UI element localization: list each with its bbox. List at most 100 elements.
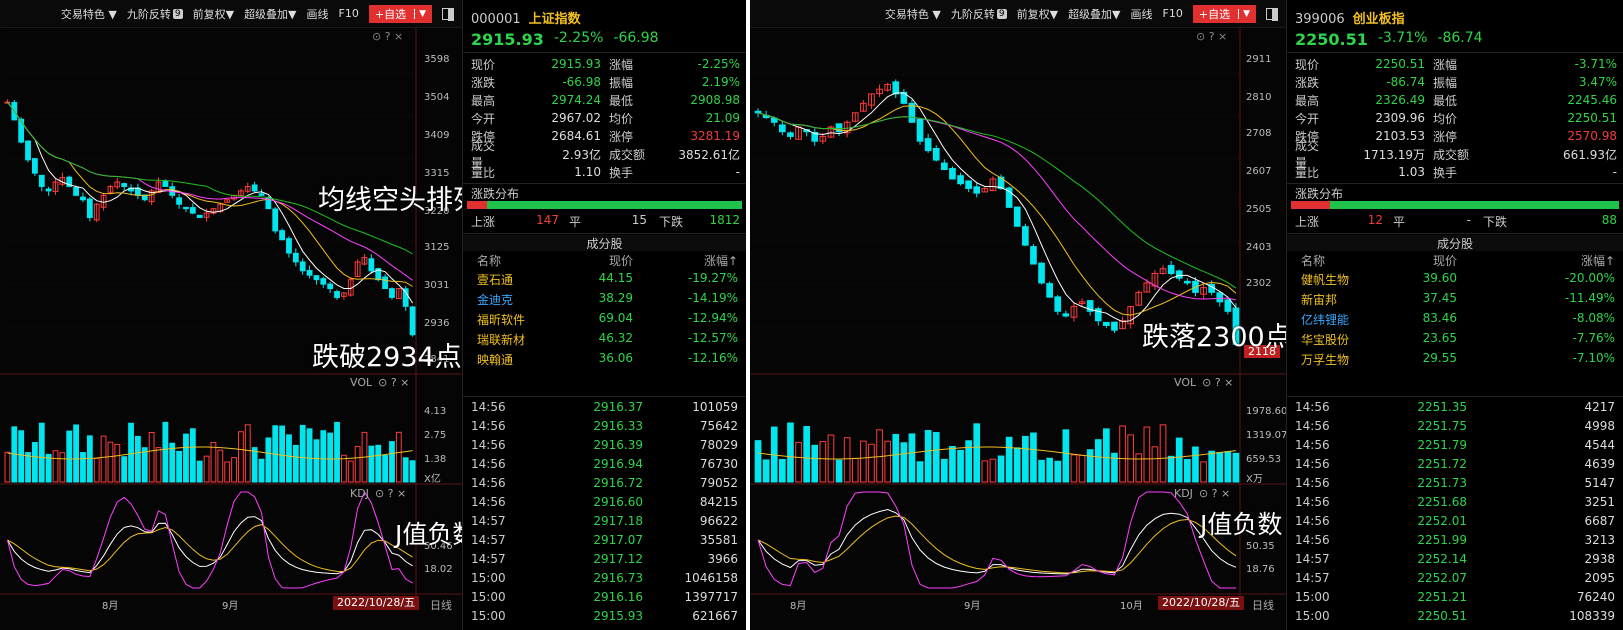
component-row[interactable]: 福昕软件 69.04 -12.94% [463,311,746,328]
stock-name[interactable]: 映翰通 [463,351,563,368]
volume-bar [224,461,231,483]
price-line: 2915.93 -2.25% -66.98 [471,30,659,49]
tb-draw[interactable]: 画线 [1131,6,1153,22]
left-kdj-icons[interactable]: ⊙ ? × [375,487,406,500]
volume-bar [754,440,762,483]
left-vol-unit: X亿 [424,474,441,485]
tb-nine-reversal[interactable]: 九阶反转 9 [127,6,183,22]
candle-body [1054,296,1062,312]
kdj-k-line [6,516,413,575]
component-row[interactable]: 健帆生物 39.60 -20.00% [1287,271,1623,288]
component-row[interactable]: 华宝股份 23.65 -7.76% [1287,331,1623,348]
volume-bar [134,435,141,483]
volume-bar [402,457,409,483]
right-vol-tick: 659.53 [1246,454,1281,465]
stock-name[interactable]: 华宝股份 [1287,331,1387,348]
index-code-text: 000001 [471,12,521,27]
volume-bar [1175,437,1183,483]
quote-value: -3.71% [1574,57,1617,71]
tb-f10[interactable]: F10 [1163,7,1183,20]
stock-name[interactable]: 亿纬锂能 [1287,311,1387,328]
quote-value: -66.98 [562,75,601,89]
quote-value: 2245.46 [1567,93,1617,107]
add-watchlist-button[interactable]: +自选 ▼ [1192,4,1256,23]
stock-name[interactable]: 金迪克 [463,291,563,308]
stock-pct: -14.19% [687,291,738,305]
tb-nine-reversal[interactable]: 九阶反转 9 [951,6,1007,22]
trade-tick-row: 14:56 2251.72 4639 [1287,457,1623,471]
candle-body [1111,321,1118,331]
candle-body [1103,321,1110,326]
col-pct[interactable]: 涨幅↑ [1457,252,1623,269]
volume-bar [162,421,169,483]
volume-bar [354,445,361,483]
left-period-tab[interactable]: 日线 [430,597,452,613]
stock-name[interactable]: 健帆生物 [1287,271,1387,288]
stock-price: 39.60 [1422,271,1457,285]
volume-bar [981,460,989,483]
component-row[interactable]: 亿纬锂能 83.46 -8.08% [1287,311,1623,328]
quote-value: 2103.53 [1375,129,1425,143]
add-watchlist-dropdown[interactable]: ▼ [1238,8,1250,19]
tb-f10[interactable]: F10 [339,7,359,20]
col-name[interactable]: 名称 [1287,252,1377,269]
right-main-icons[interactable]: ⊙ ? × [1196,30,1227,43]
component-row[interactable]: 万孚生物 29.55 -7.10% [1287,351,1623,368]
col-pct[interactable]: 涨幅↑ [633,252,746,269]
component-row[interactable]: 瑞联新材 46.32 -12.57% [463,331,746,348]
layout-toggle-icon[interactable] [1266,7,1278,21]
tick-price: 2917.12 [593,552,643,566]
add-watchlist-button[interactable]: +自选 ▼ [368,4,432,23]
left-kline-chart[interactable] [0,28,462,630]
stock-name[interactable]: 壹石通 [463,271,563,288]
quote-value: 2570.98 [1567,129,1617,143]
tb-adjust[interactable]: 前复权▼ [1017,6,1058,22]
trade-tick-row: 15:00 2916.73 1046158 [463,571,746,585]
component-row[interactable]: 新宙邦 37.45 -11.49% [1287,291,1623,308]
stock-name[interactable]: 福昕软件 [463,311,563,328]
right-kdj-icons[interactable]: ⊙ ? × [1199,487,1230,500]
down-count: 1812 [709,213,740,227]
layout-toggle-icon[interactable] [442,7,454,21]
right-period-tab[interactable]: 日线 [1252,597,1274,613]
quote-value: 3.47% [1578,75,1617,89]
trade-tick-row: 14:56 2916.37 101059 [463,400,746,414]
component-row[interactable]: 映翰通 36.06 -12.16% [463,351,746,368]
component-row[interactable]: 壹石通 44.15 -19.27% [463,271,746,288]
candle-body [73,186,80,196]
up-label: 上涨 [1295,215,1320,229]
col-name[interactable]: 名称 [463,252,553,269]
volume-bar [73,424,80,483]
right-vol-icons[interactable]: ⊙ ? × [1202,376,1233,389]
stock-pct: -20.00% [1564,271,1615,285]
tb-trade-feature[interactable]: 交易特色 ▼ [885,6,941,22]
col-price[interactable]: 现价 [1377,252,1457,269]
tick-volume: 4544 [1584,438,1615,452]
volume-bar [997,455,1005,483]
tb-adjust[interactable]: 前复权▼ [193,6,234,22]
trade-tick-row: 14:56 2916.94 76730 [463,457,746,471]
tick-time: 14:56 [1295,533,1330,547]
tick-time: 14:57 [471,533,506,547]
stock-name[interactable]: 新宙邦 [1287,291,1387,308]
component-row[interactable]: 金迪克 38.29 -14.19% [463,291,746,308]
left-vol-icons[interactable]: ⊙ ? × [378,376,409,389]
col-price[interactable]: 现价 [553,252,633,269]
stock-name[interactable]: 瑞联新材 [463,331,563,348]
add-watchlist-dropdown[interactable]: ▼ [414,8,426,19]
left-main-icons[interactable]: ⊙ ? × [372,30,403,43]
volume-bar [1184,459,1191,483]
volume-bar [244,424,251,483]
left-y-tick: 3409 [424,130,450,141]
tick-time: 14:56 [471,476,506,490]
down-label: 下跌 [1483,215,1508,229]
volume-bar [1022,435,1029,483]
stock-name[interactable]: 万孚生物 [1287,351,1387,368]
up-count: 147 [536,213,559,227]
tb-draw[interactable]: 画线 [307,6,329,22]
tb-overlay[interactable]: 超级叠加▼ [244,6,296,22]
tb-overlay[interactable]: 超级叠加▼ [1068,6,1120,22]
volume-bar [1200,461,1207,483]
volume-bar [1192,446,1199,483]
tb-trade-feature[interactable]: 交易特色 ▼ [61,6,117,22]
